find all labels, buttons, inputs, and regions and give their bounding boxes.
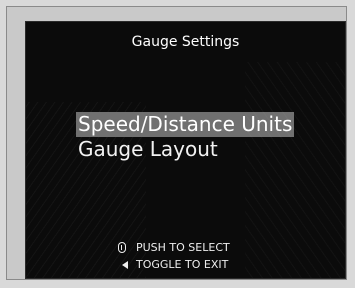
toggle-to-exit-text: TOGGLE TO EXIT <box>136 258 229 271</box>
settings-menu: Speed/Distance Units Gauge Layout <box>76 112 295 162</box>
menu-item-speed-distance-units[interactable]: Speed/Distance Units <box>76 112 295 137</box>
menu-item-gauge-layout[interactable]: Gauge Layout <box>76 137 294 162</box>
push-to-select-hint: PUSH TO SELECT <box>118 241 230 254</box>
screen-title: Gauge Settings <box>131 34 240 50</box>
thumbwheel-push-icon <box>118 242 126 253</box>
left-arrow-icon <box>122 260 128 269</box>
gauge-screen: Gauge Settings Speed/Distance Units Gaug… <box>25 21 346 279</box>
push-to-select-text: PUSH TO SELECT <box>136 241 230 254</box>
display-frame: Gauge Settings Speed/Distance Units Gaug… <box>6 6 347 280</box>
toggle-to-exit-hint: TOGGLE TO EXIT <box>118 258 228 271</box>
